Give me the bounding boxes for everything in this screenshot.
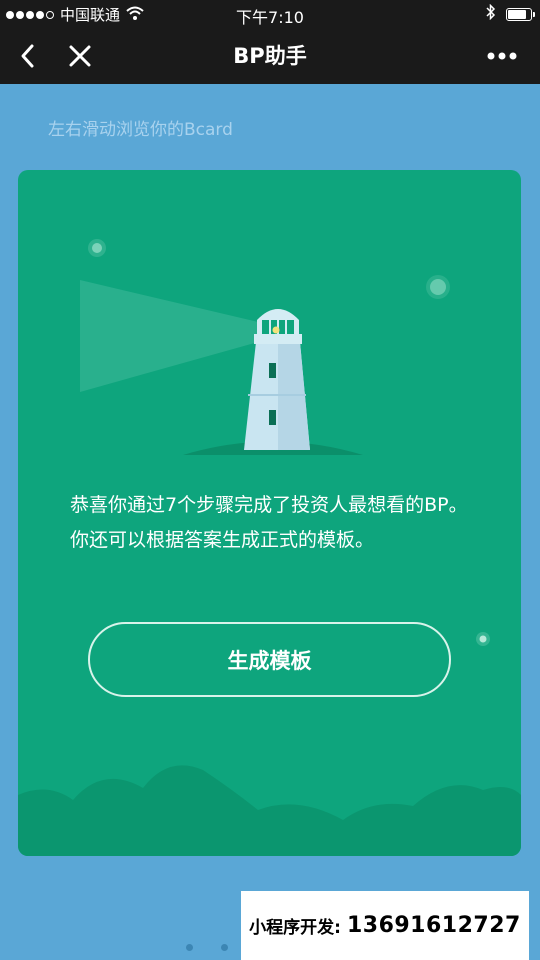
generate-template-button[interactable]: 生成模板: [88, 622, 451, 697]
page-dot[interactable]: [221, 944, 228, 951]
page-indicator: [186, 944, 228, 951]
status-time: 下午7:10: [236, 8, 304, 27]
battery-icon: [506, 7, 535, 21]
more-button[interactable]: [482, 36, 522, 76]
ad-overlay: 小程序开发: 13691612727: [241, 891, 529, 960]
page-title: BP助手: [233, 44, 307, 68]
bluetooth-icon: [486, 3, 496, 24]
congrats-message: 恭喜你通过7个步骤完成了投资人最想看的BP。你还可以根据答案生成正式的模板。: [70, 494, 468, 551]
ad-phone: 13691612727: [346, 913, 521, 938]
status-bar: 中国联通 下午7:10: [0, 0, 540, 28]
page-dot[interactable]: [186, 944, 193, 951]
ad-label: 小程序开发:: [249, 918, 341, 938]
navigation-bar: BP助手: [0, 28, 540, 84]
more-dots-icon: [487, 52, 517, 60]
status-right: [486, 3, 535, 24]
swipe-hint: 左右滑动浏览你的Bcard: [48, 120, 233, 140]
